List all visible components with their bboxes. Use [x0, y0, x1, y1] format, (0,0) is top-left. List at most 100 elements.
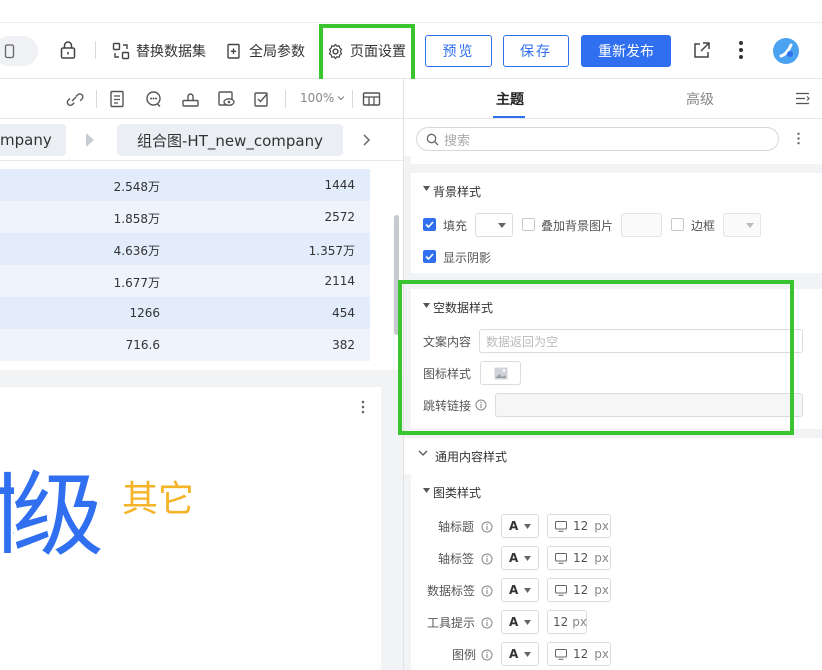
save-button[interactable]: 保存 [503, 35, 569, 67]
filter-doc-icon[interactable] [109, 90, 125, 108]
republish-button[interactable]: 重新发布 [581, 35, 671, 67]
caret-down-icon [524, 587, 532, 593]
hide-eye-icon[interactable] [217, 90, 236, 108]
info-icon [481, 521, 493, 533]
replace-dataset-button[interactable]: 替换数据集 [112, 41, 206, 61]
checkbox-doc-icon[interactable] [253, 90, 271, 108]
table-row[interactable]: 2.548万 1444 [0, 169, 370, 201]
scroll-right-icon[interactable] [361, 133, 371, 147]
device-toggle[interactable] [0, 36, 38, 66]
page-settings-highlight [319, 24, 415, 85]
font-size-unit: px [594, 647, 609, 661]
table-cell: 1.357万 [308, 244, 355, 258]
font-size-value: 12 [573, 519, 589, 533]
caret-down-icon [746, 223, 754, 228]
preview-button[interactable]: 预览 [425, 35, 492, 67]
fill-color-select[interactable] [475, 213, 513, 237]
app-root: 替换数据集 全局参数 页面设置 预览 保存 重新发布 100% mpany 组合… [0, 0, 822, 670]
table-cell: 1444 [324, 178, 355, 192]
zoom-select[interactable]: 100% [300, 91, 345, 105]
font-glyph: A [509, 519, 519, 533]
global-params-button[interactable]: 全局参数 [226, 41, 305, 61]
table-row[interactable]: 716.6 382 [0, 329, 370, 361]
font-size-unit: px [594, 583, 609, 597]
search-icon [426, 133, 439, 145]
caret-down-icon[interactable] [423, 488, 430, 493]
card-more-icon[interactable] [360, 400, 366, 414]
tab-company[interactable]: mpany [0, 124, 66, 156]
chart-section-title: 图类样式 [433, 486, 482, 500]
table-cell: 716.6 [125, 338, 160, 352]
table-cell: 2.548万 [113, 180, 160, 194]
font-glyph: A [509, 615, 519, 629]
fill-checkbox[interactable] [423, 218, 436, 231]
info-icon [481, 649, 493, 661]
stamp-icon[interactable] [181, 90, 200, 108]
chevron-right-icon [86, 133, 94, 147]
avatar[interactable] [772, 37, 800, 65]
tooltip-label: 工具提示 [427, 616, 476, 630]
tab-advanced[interactable]: 高级 [686, 89, 714, 109]
border-color-select[interactable] [723, 213, 761, 237]
replace-dataset-label: 替换数据集 [136, 44, 206, 60]
tab-theme[interactable]: 主题 [496, 89, 524, 109]
font-color-select[interactable]: A [501, 610, 539, 634]
card-big-text: 级 [12, 462, 105, 569]
caret-down-icon [498, 223, 506, 228]
search-input[interactable]: 搜索 [416, 127, 779, 151]
mobile-icon [4, 44, 15, 59]
font-color-select[interactable]: A [501, 578, 539, 602]
caret-down-icon[interactable] [423, 186, 430, 191]
data-label-label: 数据标签 [427, 584, 476, 598]
table-cell: 2114 [324, 274, 355, 288]
monitor-icon [555, 552, 567, 564]
panel-tab-bar [404, 79, 822, 119]
monitor-icon [555, 520, 567, 532]
font-glyph: A [509, 647, 519, 661]
fill-label: 填充 [443, 219, 468, 233]
table-cell: 382 [332, 338, 355, 352]
tab-combo-chart[interactable]: 组合图-HT_new_company [117, 124, 343, 156]
external-link-icon[interactable] [692, 41, 711, 60]
font-color-select[interactable]: A [501, 546, 539, 570]
chevron-down-icon [337, 96, 345, 101]
axis-label-label: 轴标签 [438, 552, 475, 566]
font-size-input[interactable]: 12 px [547, 610, 587, 634]
font-color-select[interactable]: A [501, 642, 539, 666]
monitor-icon [555, 584, 567, 596]
comment-icon[interactable] [144, 90, 163, 108]
font-size-unit: px [594, 551, 609, 565]
font-size-input[interactable]: 12 px [547, 514, 611, 538]
link-icon[interactable] [64, 90, 84, 108]
table-row[interactable]: 1.677万 2114 [0, 265, 370, 297]
font-size-input[interactable]: 12 px [547, 642, 611, 666]
more-vertical-icon[interactable] [737, 40, 745, 60]
lock-icon[interactable] [59, 40, 77, 60]
top-divider [0, 22, 822, 23]
font-size-input[interactable]: 12 px [547, 578, 611, 602]
shadow-checkbox[interactable] [423, 250, 436, 263]
legend-label: 图例 [452, 648, 477, 662]
collapse-panel-icon[interactable] [795, 92, 810, 105]
zoom-value: 100% [300, 91, 335, 105]
empty-section-highlight [398, 280, 794, 435]
table-row[interactable]: 4.636万 1.357万 [0, 233, 370, 265]
table-layout-icon[interactable] [362, 90, 381, 108]
info-icon [481, 617, 493, 629]
font-glyph: A [509, 551, 519, 565]
font-size-input[interactable]: 12 px [547, 546, 611, 570]
table-cell: 1.858万 [113, 212, 160, 226]
prev-section-tail [411, 156, 822, 164]
info-icon [481, 585, 493, 597]
search-more-icon[interactable] [796, 132, 801, 145]
font-size-value: 12 [553, 615, 569, 629]
card-other-text: 其它 [122, 479, 195, 520]
table-row[interactable]: 1.858万 2572 [0, 201, 370, 233]
caret-down-icon [524, 523, 532, 529]
chevron-down-icon[interactable] [418, 450, 428, 457]
overlay-bg-picker[interactable] [621, 213, 662, 237]
border-checkbox[interactable] [671, 218, 684, 231]
overlay-bg-checkbox[interactable] [522, 218, 535, 231]
table-row[interactable]: 1266 454 [0, 297, 370, 329]
font-color-select[interactable]: A [501, 514, 539, 538]
